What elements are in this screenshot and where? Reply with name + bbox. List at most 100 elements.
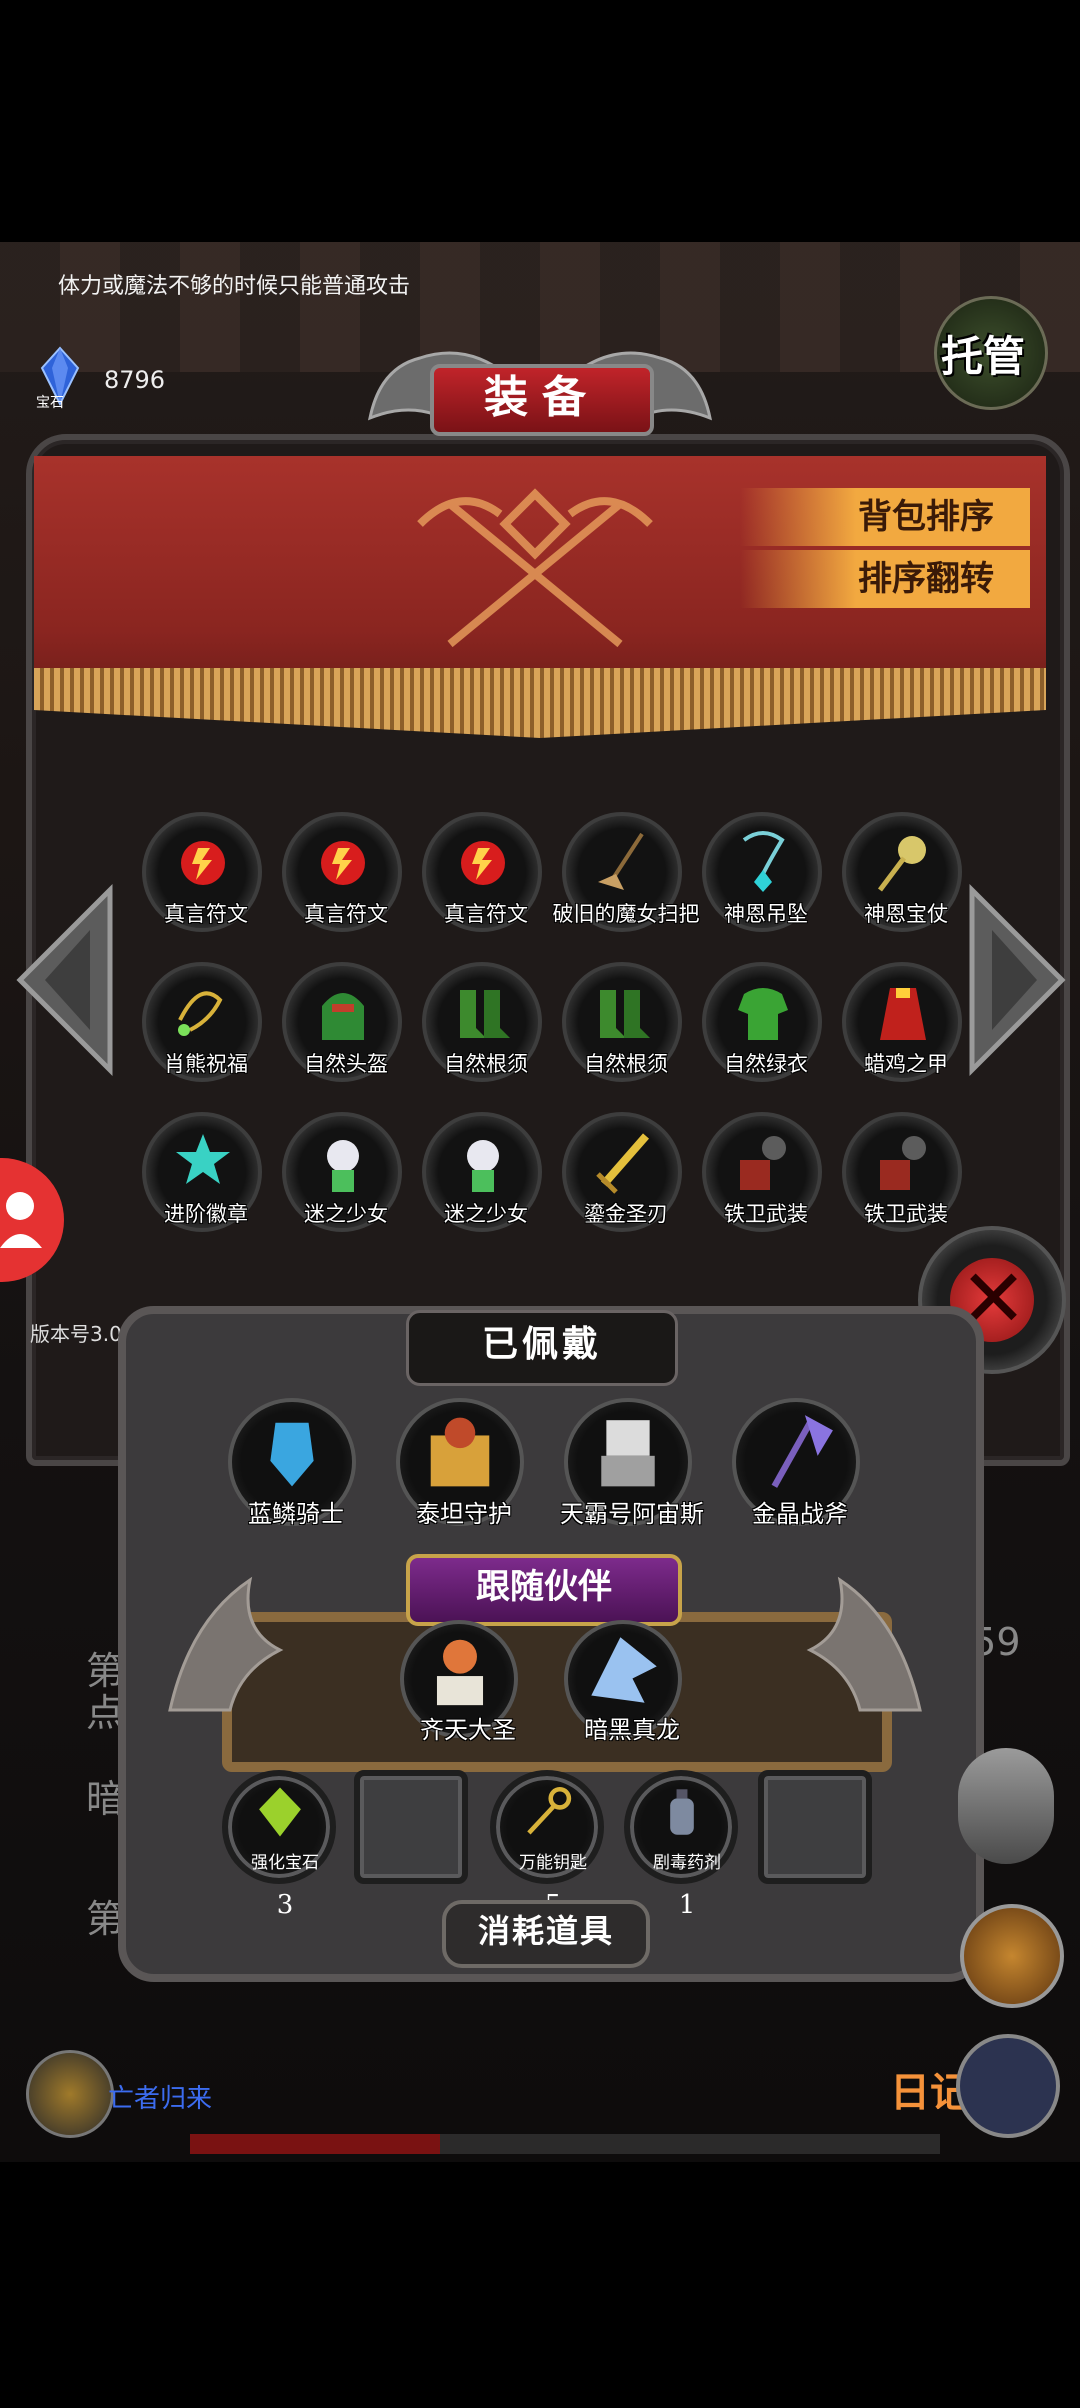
consumable-slot[interactable] (758, 1770, 872, 1884)
equipment-title-text: 装备 (484, 372, 600, 423)
equipment-slot[interactable]: 真言符文 (142, 812, 262, 932)
equipment-slot[interactable]: 自然根须 (422, 962, 542, 1082)
crossed-swords-crest-icon (417, 488, 653, 648)
equipment-slot[interactable]: 真言符文 (422, 812, 542, 932)
sword-icon (596, 1133, 650, 1194)
equipment-slot[interactable]: 自然头盔 (282, 962, 402, 1082)
equipment-slot-label: 神恩宝仗 (864, 902, 948, 926)
worn-equipment-slot[interactable]: 泰坦守护 (396, 1398, 524, 1528)
consumable-title: 消耗道具 (442, 1900, 650, 1968)
auto-play-label: 托管 (941, 332, 1026, 381)
gem-icon (259, 1787, 301, 1837)
companion-slot[interactable]: 暗黑真龙 (564, 1620, 682, 1744)
titan-icon (430, 1417, 490, 1487)
worn-equipment-slot[interactable]: 天霸号阿宙斯 (560, 1398, 704, 1528)
companion-slot-label: 齐天大圣 (420, 1716, 516, 1744)
knight-helmet-icon[interactable] (958, 1748, 1054, 1864)
equipment-slot[interactable]: 真言符文 (282, 812, 402, 932)
scepter-icon (878, 836, 926, 892)
mace-icon (740, 1136, 786, 1190)
equipment-slot[interactable]: 肖熊祝福 (142, 962, 262, 1082)
consumable-slot-label: 万能钥匙 (519, 1853, 587, 1873)
equipment-slot-label: 自然根须 (584, 1052, 668, 1076)
equipment-slot-label: 铁卫武装 (724, 1202, 808, 1226)
broom-icon (598, 832, 644, 890)
equipment-slot[interactable]: 迷之少女 (422, 1112, 542, 1232)
girl-icon (327, 1140, 359, 1192)
companion-title: 跟随伙伴 (406, 1554, 682, 1626)
worn-equipment-slot[interactable]: 金晶战斧 (732, 1398, 860, 1528)
worn-slot-label: 蓝鳞骑士 (248, 1500, 344, 1528)
equipment-slot-label: 真言符文 (164, 902, 248, 926)
consumable-title-text: 消耗道具 (477, 1912, 614, 1950)
equipment-title: 装备 (430, 364, 654, 436)
profile-tab-icon[interactable] (0, 1158, 64, 1282)
hint-text: 体力或魔法不够的时候只能普通攻击 (58, 274, 411, 299)
sort-flip-button[interactable]: 排序翻转 (740, 550, 1030, 608)
worn-title: 已佩戴 (406, 1310, 678, 1386)
worn-slot-label: 金晶战斧 (752, 1500, 848, 1528)
armor-icon (738, 988, 788, 1040)
companion-slot[interactable]: 齐天大圣 (400, 1620, 518, 1744)
equipment-slot[interactable]: 自然绿衣 (702, 962, 822, 1082)
equipment-slot[interactable]: 铁卫武装 (702, 1112, 822, 1232)
equipment-slot-label: 自然绿衣 (724, 1052, 808, 1076)
equipment-slot[interactable]: 进阶徽章 (142, 1112, 262, 1232)
rune-icon (461, 841, 505, 885)
auto-play-button[interactable]: 托管 (934, 296, 1048, 410)
girl-icon (467, 1140, 499, 1192)
equipment-slot[interactable]: 神恩吊坠 (702, 812, 822, 932)
worn-title-text: 已佩戴 (481, 1324, 602, 1365)
companion-title-text: 跟随伙伴 (476, 1567, 612, 1607)
left-gargoyle-icon (168, 1576, 284, 1712)
knight-icon (270, 1422, 314, 1487)
equipment-slot-label: 自然头盔 (304, 1052, 388, 1076)
cloak-icon (880, 988, 926, 1040)
rune-icon (321, 841, 365, 885)
gem-caption: 宝石 (36, 395, 64, 411)
prev-page-arrow-icon[interactable] (10, 880, 120, 1080)
consumable-slot[interactable]: 万能钥匙5 (490, 1770, 604, 1920)
equipment-slot-label: 真言符文 (304, 902, 388, 926)
boots-icon (600, 990, 650, 1038)
equipment-slot-label: 真言符文 (444, 902, 528, 926)
monkey-king-icon (436, 1639, 484, 1706)
consumable-count: 3 (276, 1890, 294, 1920)
equipment-slot[interactable]: 神恩宝仗 (842, 812, 962, 932)
worn-slot-label: 泰坦守护 (416, 1500, 512, 1528)
equipment-slot-label: 迷之少女 (304, 1202, 388, 1226)
equipment-slot[interactable]: 铁卫武装 (842, 1112, 962, 1232)
equipment-slot[interactable]: 鎏金圣刃 (562, 1112, 682, 1232)
worn-equipment-slot[interactable]: 蓝鳞骑士 (228, 1398, 356, 1528)
beer-mug-icon[interactable] (960, 1904, 1064, 2008)
player-avatar[interactable] (26, 2050, 114, 2138)
sort-flip-label: 排序翻转 (858, 559, 994, 599)
consumable-slot[interactable]: 剧毒药剂 1 (624, 1770, 738, 1920)
diary-book-icon[interactable] (956, 2034, 1060, 2138)
equipment-slot-label: 迷之少女 (444, 1202, 528, 1226)
worn-slot-label: 天霸号阿宙斯 (560, 1500, 704, 1528)
mace-icon (880, 1136, 926, 1190)
equipment-slot[interactable]: 迷之少女 (282, 1112, 402, 1232)
equipment-slot-label: 鎏金圣刃 (584, 1202, 668, 1226)
dragon-icon (591, 1637, 657, 1703)
sort-bag-button[interactable]: 背包排序 (740, 488, 1030, 546)
equipment-slot[interactable]: 破旧的魔女扫把 (553, 812, 700, 932)
player-label[interactable]: 亡者归来 (108, 2078, 212, 2115)
equipment-slot-label: 进阶徽章 (164, 1202, 248, 1226)
equipment-slot[interactable]: 蜡鸡之甲 (842, 962, 962, 1082)
pendant-icon (742, 831, 785, 892)
helmet-icon (322, 993, 364, 1040)
consumable-slot[interactable] (354, 1770, 468, 1884)
boots-icon (460, 990, 510, 1038)
companion-slot-label: 暗黑真龙 (584, 1716, 680, 1744)
right-gargoyle-icon (806, 1576, 922, 1712)
consumable-slot[interactable]: 强化宝石 3 (222, 1770, 336, 1920)
equipment-slot[interactable]: 自然根须 (562, 962, 682, 1082)
badge-icon (176, 1134, 230, 1184)
equipment-slot-label: 神恩吊坠 (724, 902, 808, 926)
equipment-slot-label: 自然根须 (444, 1052, 528, 1076)
rune-icon (181, 841, 225, 885)
poison-icon (670, 1789, 694, 1835)
consumable-slot-label: 强化宝石 (251, 1853, 319, 1873)
